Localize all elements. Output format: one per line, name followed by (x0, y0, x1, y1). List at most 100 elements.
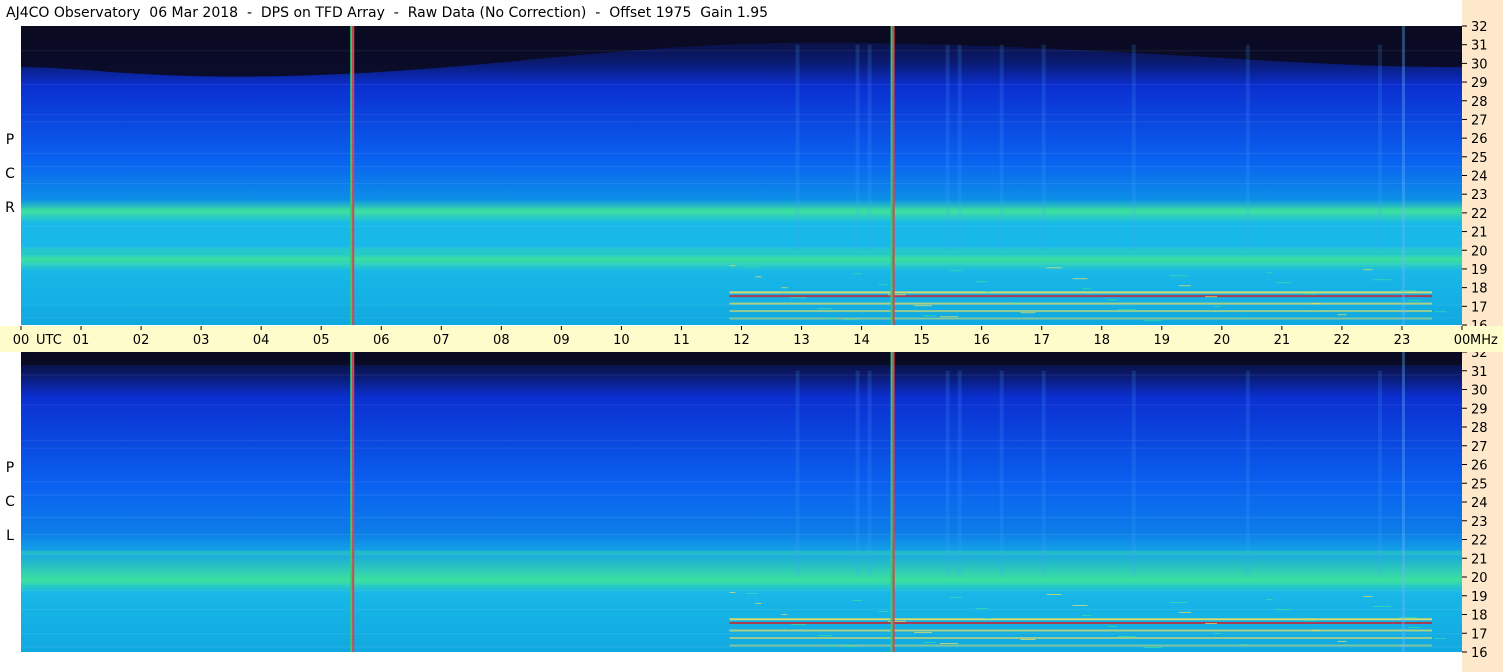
vertical-streak (1377, 370, 1382, 577)
marker-line-red (892, 352, 895, 652)
interference-speck (781, 287, 788, 289)
interference-speck (1372, 606, 1391, 607)
lcp-label-letter-1: P (5, 460, 15, 476)
time-tick-label: 04 (253, 333, 270, 348)
freq-tick-label: 22 (1471, 207, 1488, 222)
vertical-streak (867, 44, 872, 251)
interference-speck (826, 645, 836, 646)
interference-speck (1302, 620, 1318, 621)
freq-tick-label: 20 (1471, 244, 1488, 259)
time-tick-label: 22 (1334, 333, 1351, 348)
interference-speck (1178, 612, 1191, 613)
texture-line (21, 263, 1462, 265)
interference-line (729, 622, 1432, 624)
freq-tick-label: 17 (1471, 300, 1488, 315)
texture-line (21, 608, 1462, 610)
freq-tick-label: 22 (1471, 534, 1488, 549)
vertical-streak (1245, 44, 1250, 251)
interference-speck (1117, 309, 1136, 311)
freq-tick-label: 29 (1471, 76, 1488, 91)
interference-speck (781, 614, 788, 615)
interference-line (729, 629, 1432, 632)
vertical-streak (999, 44, 1004, 251)
interference-speck (1337, 641, 1347, 642)
interference-speck (1108, 626, 1118, 627)
freq-tick-label: 28 (1471, 421, 1488, 436)
interference-speck (949, 270, 962, 272)
marker-line-green (350, 352, 353, 652)
interference-line (729, 310, 1432, 313)
time-tick-label: 23 (1394, 333, 1411, 348)
interference-speck (975, 608, 988, 609)
mhz-unit-label: MHz (1470, 333, 1498, 348)
marker-line-green (890, 352, 893, 652)
interference-speck (1311, 630, 1321, 631)
interference-speck (1178, 285, 1191, 287)
texture-line (21, 304, 1462, 306)
time-tick-label: 07 (433, 333, 450, 348)
freq-tick-label: 27 (1471, 113, 1488, 128)
interference-speck (1311, 303, 1321, 305)
dark-cutoff-region (21, 352, 1462, 366)
marker-line-red (352, 352, 355, 652)
interference-speck (914, 632, 933, 633)
interference-speck (1143, 320, 1162, 322)
interference-speck (1372, 279, 1391, 281)
interference-speck (1266, 599, 1273, 600)
interference-speck (940, 316, 959, 318)
freq-axis-lcp: 32 31 30 29 28 27 26 25 24 23 22 21 20 19 18 17 16 (1462, 352, 1503, 672)
time-tick-label: 05 (313, 333, 330, 348)
interference-speck (1081, 288, 1091, 290)
freq-tick-label: 28 (1471, 95, 1488, 110)
interference-speck (817, 308, 833, 310)
interference-line (729, 618, 1432, 621)
texture-line (21, 590, 1462, 592)
rcp-label-letter-1: P (5, 132, 15, 148)
interference-speck (949, 597, 962, 598)
time-tick-label: 13 (793, 333, 810, 348)
interference-speck (843, 319, 859, 321)
interference-speck (843, 646, 859, 647)
freq-tick-label: 19 (1471, 263, 1488, 278)
interference-speck (852, 273, 862, 275)
utc-unit-label: UTC (36, 333, 62, 348)
interference-speck (923, 315, 936, 317)
time-tick-label: 18 (1093, 333, 1110, 348)
time-tick-label: 20 (1214, 333, 1231, 348)
time-tick-label: 10 (613, 333, 630, 348)
time-tick-label: 06 (373, 333, 390, 348)
vertical-streak (1131, 370, 1136, 577)
interference-line (729, 295, 1432, 298)
time-tick-label: 00 (1454, 333, 1471, 348)
interference-speck (1081, 615, 1091, 616)
interference-speck (1169, 602, 1188, 603)
interference-speck (852, 600, 862, 601)
interference-speck (790, 624, 806, 625)
interference-line (729, 302, 1432, 305)
interference-speck (790, 297, 806, 299)
vertical-streak (957, 370, 962, 577)
time-tick-label: 00 (13, 333, 30, 348)
time-tick-label: 08 (493, 333, 510, 348)
time-tick-label: 17 (1033, 333, 1050, 348)
freq-tick-label: 31 (1471, 39, 1488, 54)
interference-speck (1046, 267, 1062, 269)
vertical-streak (1401, 352, 1405, 652)
freq-tick-label: 23 (1471, 515, 1488, 530)
interference-speck (878, 611, 888, 612)
freq-tick-label: 20 (1471, 571, 1488, 586)
freq-tick-label: 21 (1471, 552, 1488, 567)
vertical-streak (1245, 370, 1250, 577)
interference-speck (1434, 638, 1447, 639)
vertical-streak (1401, 26, 1405, 325)
interference-speck (1275, 282, 1291, 284)
interference-speck (1205, 296, 1218, 298)
vertical-streak (795, 44, 800, 251)
interference-speck (826, 318, 836, 320)
time-tick-label: 03 (193, 333, 210, 348)
interference-speck (1169, 275, 1188, 277)
marker-line-green (890, 26, 893, 325)
chart-title: AJ4CO Observatory 06 Mar 2018 - DPS on T… (0, 0, 1462, 26)
interference-speck (975, 281, 988, 283)
rcp-spectrogram (21, 26, 1462, 325)
